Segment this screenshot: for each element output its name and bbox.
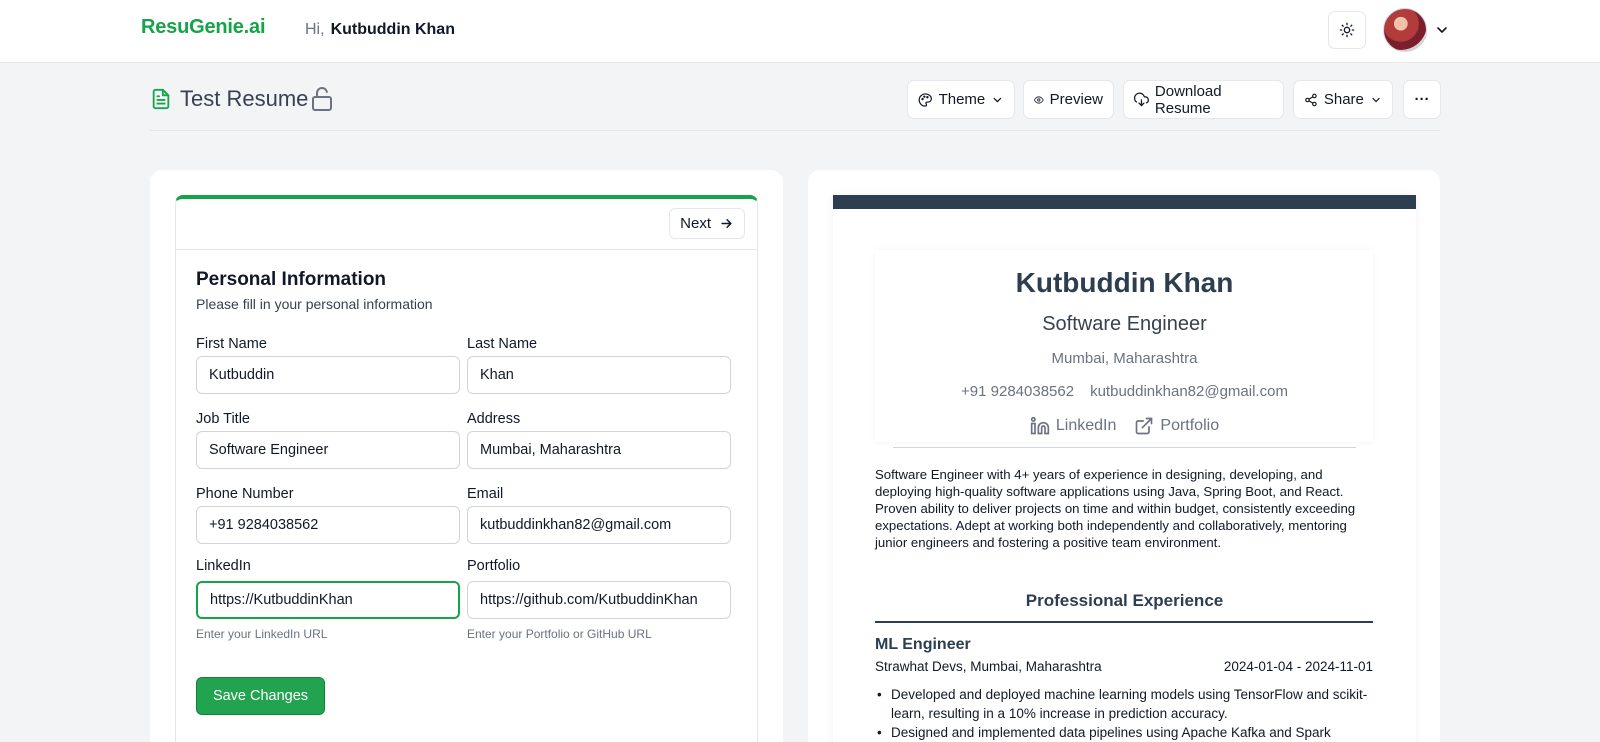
user-name: Kutbuddin Khan [330,21,455,38]
job-dates: 2024-01-04 - 2024-11-01 [1223,659,1373,674]
theme-toggle-button[interactable] [1328,11,1366,49]
toolbar-divider [150,130,1440,131]
resume-links: LinkedIn Portfolio [833,416,1416,436]
linkedin-label: LinkedIn [196,558,251,574]
resume-email: kutbuddinkhan82@gmail.com [1090,383,1288,400]
job-title-input[interactable]: Software Engineer [196,431,460,469]
download-button-label: Download Resume [1154,82,1222,117]
chevron-down-icon [1437,27,1447,33]
external-link-icon [1136,417,1153,435]
job-bullet: Designed and implemented data pipelines … [875,723,1375,742]
job-title: ML Engineer [875,636,971,653]
theme-button-label: Theme [938,91,986,108]
brand-logo[interactable]: ResuGenie.ai [141,16,266,39]
email-input[interactable]: kutbuddinkhan82@gmail.com [467,506,731,544]
unlock-icon[interactable] [310,86,334,112]
resume-accent-bar [833,195,1416,209]
resume-summary: Software Engineer with 4+ years of exper… [875,467,1356,550]
linkedin-help: Enter your LinkedIn URL [196,627,328,641]
address-label: Address [467,411,521,427]
more-options-button[interactable]: ··· [1403,80,1441,119]
resume-contact: +91 9284038562 kutbuddinkhan82@gmail.com [833,383,1416,400]
form-title: Personal Information [196,269,387,290]
portfolio-label: Portfolio [467,558,521,574]
share-icon [1305,93,1317,106]
experience-heading: Professional Experience [1025,591,1224,610]
greeting: Hi, Kutbuddin Khan [305,21,455,39]
eye-icon [1034,95,1044,104]
resume-title: Software Engineer [1042,313,1207,335]
avatar-menu-toggle[interactable] [1432,20,1452,40]
job-title-label: Job Title [196,411,250,427]
resume-location: Mumbai, Maharashtra [1051,350,1198,367]
preview-button[interactable]: Preview [1023,80,1114,119]
page-title: Test Resume [180,86,309,111]
chevron-down-icon [1372,97,1380,102]
resume-phone: +91 9284038562 [961,383,1075,400]
linkedin-icon [1030,416,1050,435]
job-company: Strawhat Devs, Mumbai, Maharashtra [875,659,1102,674]
resume-linkedin-link[interactable]: LinkedIn [1030,416,1117,436]
form-subtitle: Please fill in your personal information [196,296,433,312]
first-name-label: First Name [196,336,267,352]
share-button-label: Share [1323,91,1364,108]
sun-icon [1339,22,1355,38]
next-button[interactable]: Next [669,208,745,239]
last-name-label: Last Name [467,336,538,352]
palette-icon [918,92,932,107]
job-bullets: Developed and deployed machine learning … [875,685,1375,742]
avatar[interactable] [1383,8,1427,52]
arrow-right-icon [721,219,732,228]
theme-button[interactable]: Theme [907,80,1015,119]
linkedin-input[interactable]: https://KutbuddinKhan [196,581,460,619]
last-name-input[interactable]: Khan [467,356,731,394]
download-resume-button[interactable]: Download Resume [1123,80,1284,119]
chevron-down-icon [993,97,1002,102]
phone-label: Phone Number [196,486,294,502]
next-button-label: Next [680,215,711,232]
top-header: ResuGenie.ai Hi, Kutbuddin Khan [0,0,1600,63]
personal-info-form: Next Personal Information Please fill in… [175,195,758,742]
portfolio-help: Enter your Portfolio or GitHub URL [467,627,652,641]
resume-preview: Kutbuddin Khan Software Engineer Mumbai,… [833,195,1416,742]
phone-input[interactable]: +91 9284038562 [196,506,460,544]
resume-header-divider [893,447,1356,448]
greeting-prefix: Hi, [305,21,325,38]
resume-portfolio-label: Portfolio [1160,417,1220,434]
job-bullet: Developed and deployed machine learning … [875,685,1375,723]
first-name-input[interactable]: Kutbuddin [196,356,460,394]
resume-name: Kutbuddin Khan [1015,267,1234,298]
resume-portfolio-link[interactable]: Portfolio [1134,416,1219,436]
share-button[interactable]: Share [1293,80,1393,119]
preview-button-label: Preview [1049,91,1103,108]
portfolio-input[interactable]: https://github.com/KutbuddinKhan [467,581,731,619]
more-options-icon: ··· [1414,91,1430,108]
save-changes-button[interactable]: Save Changes [196,677,325,715]
address-input[interactable]: Mumbai, Maharashtra [467,431,731,469]
email-label: Email [467,486,504,502]
experience-divider [875,621,1373,623]
resume-linkedin-label: LinkedIn [1055,417,1117,434]
form-header-divider [176,249,757,250]
cloud-download-icon [1134,92,1149,106]
document-icon [152,88,170,110]
